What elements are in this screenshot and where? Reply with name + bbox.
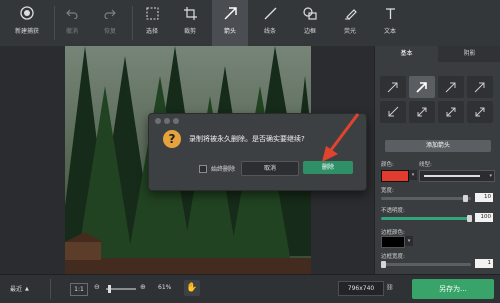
border-color-swatch[interactable] xyxy=(381,236,405,248)
redo-button[interactable]: 恢复 xyxy=(96,0,124,46)
width-slider-knob[interactable] xyxy=(463,195,468,202)
pan-tool-button[interactable]: ✋ xyxy=(184,280,200,296)
border-width-slider-knob[interactable] xyxy=(381,261,386,268)
tab-basic[interactable]: 基本 xyxy=(375,46,438,62)
arrow-down-left-icon xyxy=(388,106,399,117)
hand-icon: ✋ xyxy=(186,283,198,293)
border-width-slider[interactable] xyxy=(381,263,471,266)
arrow-style-option[interactable] xyxy=(467,101,493,123)
width-value-field[interactable]: 10 xyxy=(475,193,493,202)
zoom-level: 61% xyxy=(158,284,172,291)
add-arrow-button[interactable]: 添加箭头 xyxy=(385,140,491,152)
arrow-up-right-bold-icon xyxy=(416,82,427,93)
tab-shadow[interactable]: 阴影 xyxy=(438,46,500,62)
color-label: 颜色: xyxy=(381,162,394,168)
crop-tool-button[interactable]: 裁剪 xyxy=(176,0,204,46)
cancel-button[interactable]: 取消 xyxy=(241,161,299,176)
crop-icon xyxy=(183,0,197,26)
properties-panel: 基本 阴影 添加箭头 颜色: 线型: ▾ ▾ 宽度: 10 不透明度: 100 … xyxy=(374,46,500,274)
toolbar-separator xyxy=(54,6,55,40)
arrow-icon xyxy=(224,0,237,26)
minimize-window-button[interactable] xyxy=(164,118,170,124)
undo-button[interactable]: 撤消 xyxy=(58,0,86,46)
zoom-in-icon[interactable]: ⊕ xyxy=(140,283,146,291)
record-icon xyxy=(20,0,34,26)
border-width-value-field[interactable]: 1 xyxy=(475,259,493,268)
lock-aspect-icon[interactable]: ⛓ xyxy=(386,284,394,291)
text-icon xyxy=(384,0,397,26)
caret-up-icon: ▲ xyxy=(25,285,29,292)
color-dropdown[interactable]: ▾ xyxy=(409,170,417,180)
opacity-slider-knob[interactable] xyxy=(467,215,472,222)
chevron-down-icon: ▾ xyxy=(489,173,492,179)
question-icon: ? xyxy=(163,130,181,148)
new-capture-button[interactable]: 新建捕获 xyxy=(6,0,48,46)
highlighter-icon xyxy=(344,0,357,26)
border-color-label: 边框颜色: xyxy=(381,230,405,236)
width-label: 宽度: xyxy=(381,188,394,194)
red-annotation-arrow xyxy=(322,113,360,162)
arrow-style-grid xyxy=(380,76,498,123)
width-slider[interactable] xyxy=(381,197,471,200)
window-controls xyxy=(155,118,179,124)
actual-size-button[interactable]: 1:1 xyxy=(70,283,88,296)
opacity-slider[interactable] xyxy=(381,217,471,220)
arrow-style-option[interactable] xyxy=(409,101,435,123)
highlight-tool-button[interactable]: 荧光 xyxy=(336,0,364,46)
opacity-value-field[interactable]: 100 xyxy=(475,213,493,222)
close-window-button[interactable] xyxy=(155,118,161,124)
always-delete-option[interactable]: 始终删除 xyxy=(199,164,235,173)
zoom-slider-knob[interactable] xyxy=(108,285,111,293)
save-as-button[interactable]: 另存为... xyxy=(412,279,494,299)
text-tool-button[interactable]: 文本 xyxy=(376,0,404,46)
arrow-color-swatch[interactable] xyxy=(381,170,409,182)
bottom-separator xyxy=(50,279,51,299)
line-type-dropdown[interactable]: ▾ xyxy=(419,170,495,182)
border-tool-button[interactable]: 边框 xyxy=(296,0,324,46)
dialog-message: 录制将被永久删除。是否确实要继续? xyxy=(189,135,305,143)
double-arrow-icon xyxy=(417,107,427,117)
border-color-dropdown[interactable]: ▾ xyxy=(405,236,413,246)
always-delete-checkbox[interactable] xyxy=(199,164,207,173)
line-type-label: 线型: xyxy=(419,162,432,168)
arrow-up-right-icon xyxy=(387,82,398,93)
redo-icon xyxy=(104,0,116,26)
line-tool-button[interactable]: 线条 xyxy=(256,0,284,46)
arrow-style-option[interactable] xyxy=(380,101,406,123)
line-icon xyxy=(264,0,277,26)
opacity-label: 不透明度: xyxy=(381,208,405,214)
panel-tabs: 基本 阴影 xyxy=(375,46,500,62)
double-arrow-icon xyxy=(446,107,456,117)
arrow-style-option[interactable] xyxy=(409,76,435,98)
select-tool-button[interactable]: 选择 xyxy=(138,0,166,46)
border-width-label: 边框宽度: xyxy=(381,254,405,260)
recent-button[interactable]: 最近 ▲ xyxy=(10,284,29,294)
arrow-style-option[interactable] xyxy=(380,76,406,98)
zoom-window-button[interactable] xyxy=(173,118,179,124)
always-delete-label: 始终删除 xyxy=(211,166,236,173)
arrow-style-option[interactable] xyxy=(467,76,493,98)
main-toolbar: 新建捕获 撤消 恢复 选择 裁剪 箭头 线条 边框 荧光 文本 xyxy=(0,0,500,47)
line-style-preview xyxy=(424,175,480,177)
arrow-style-option[interactable] xyxy=(438,76,464,98)
select-icon xyxy=(146,0,159,26)
double-arrow-icon xyxy=(475,107,485,117)
toolbar-separator xyxy=(132,6,133,40)
undo-icon xyxy=(66,0,78,26)
arrow-up-right-icon xyxy=(445,82,456,93)
arrow-tool-button[interactable]: 箭头 xyxy=(212,0,248,46)
zoom-out-icon[interactable]: ⊖ xyxy=(94,283,100,291)
arrow-up-right-icon xyxy=(474,82,485,93)
shapes-icon xyxy=(303,0,317,26)
arrow-style-option[interactable] xyxy=(438,101,464,123)
image-size-field[interactable]: 796x740 xyxy=(338,281,384,296)
